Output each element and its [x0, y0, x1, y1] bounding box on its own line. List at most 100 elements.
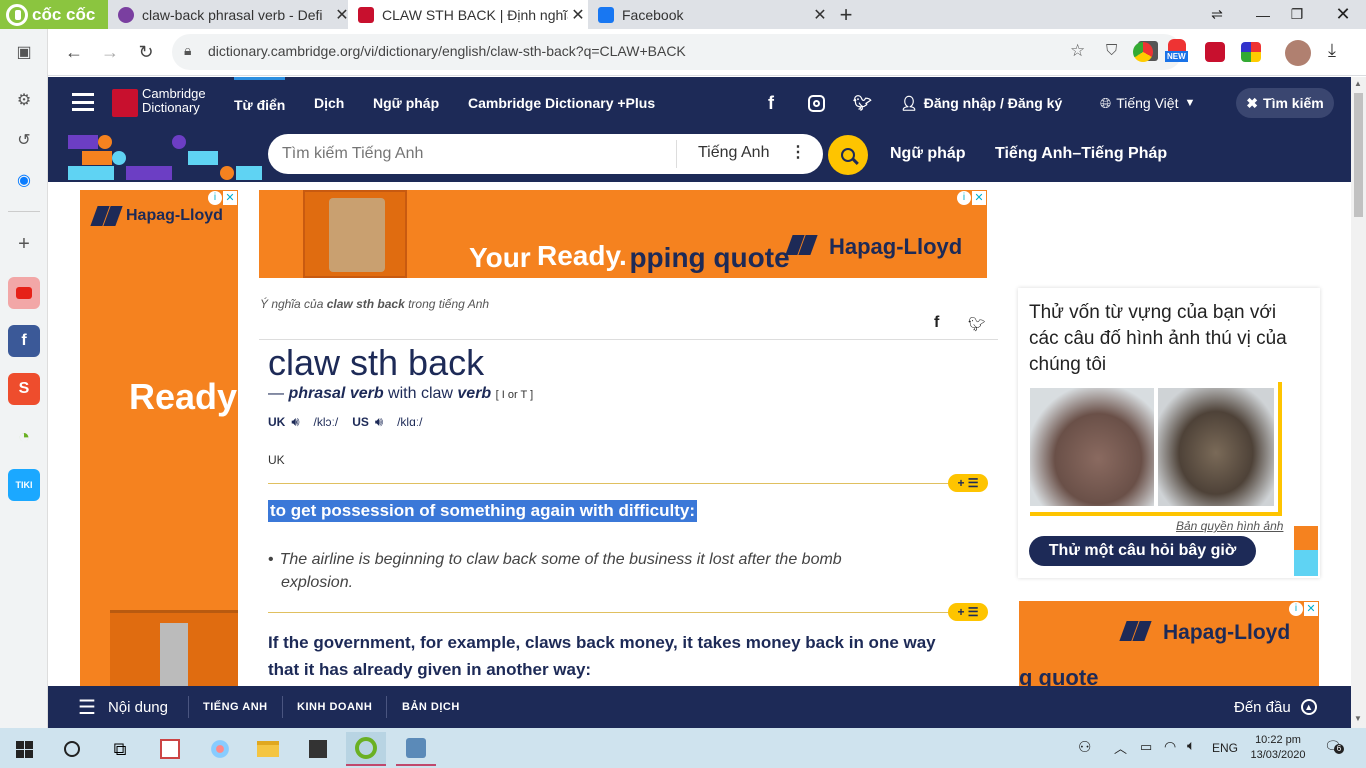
scroll-thumb[interactable] [1354, 93, 1363, 217]
close-tab-icon[interactable]: ✕ [810, 5, 830, 25]
ad-info-icon[interactable]: i [957, 191, 971, 205]
tab-business[interactable]: KINH DOANH [297, 686, 372, 728]
download-icon[interactable]: ⤓ [1328, 40, 1336, 61]
coccoc-app-icon[interactable]: ◔ [8, 421, 40, 453]
bookmark-star-icon[interactable]: ☆ [1070, 41, 1085, 61]
reload-button[interactable]: ↻ [132, 38, 160, 66]
ad-close-icon[interactable]: ✕ [223, 191, 237, 205]
shield-icon[interactable]: ⛉ [1106, 42, 1117, 59]
start-button[interactable] [4, 732, 44, 766]
ad-info-icon[interactable]: i [208, 191, 222, 205]
task-view-icon[interactable]: ⧉ [100, 732, 140, 766]
language-selector[interactable]: 🌐︎ Tiếng Việt ▼ [1100, 77, 1195, 129]
app-notes-icon[interactable] [298, 732, 338, 766]
people-icon[interactable]: ⚇ [1078, 738, 1091, 756]
maximize-button[interactable]: ❐ [1274, 0, 1320, 29]
add-to-list-button[interactable]: + ☰ [948, 474, 988, 492]
menu-icon: ☰ [78, 696, 96, 719]
search-input[interactable] [282, 134, 672, 174]
tab-claw-back[interactable]: claw-back phrasal verb - Defi ✕ [108, 0, 352, 29]
tab-claw-sth-back[interactable]: CLAW STH BACK | Định nghĩa ✕ [348, 0, 588, 29]
new-ext-icon[interactable]: NEW [1165, 39, 1191, 65]
more-options-icon[interactable]: ⋮ [790, 142, 806, 162]
left-ad[interactable]: Hapag-Lloyd i ✕ Ready [80, 190, 238, 686]
page-scrollbar[interactable]: ▲ ▼ [1351, 77, 1366, 728]
back-button[interactable]: ← [60, 38, 88, 66]
colorful-ext-icon[interactable] [1241, 42, 1261, 62]
sidebar-panel-icon[interactable]: ▣ [8, 36, 40, 68]
tray-expand-icon[interactable]: ︿ [1114, 738, 1127, 757]
close-window-button[interactable]: ✕ [1320, 0, 1366, 29]
quiz-image[interactable] [1030, 382, 1278, 512]
share-facebook-icon[interactable]: f [934, 314, 939, 332]
hamburger-menu-icon[interactable] [72, 93, 94, 111]
wifi-icon[interactable]: ◠ [1164, 738, 1176, 755]
share-twitter-icon[interactable]: 🐦︎ [968, 316, 986, 333]
ad-headline: Ready [129, 376, 238, 417]
back-to-top-link[interactable]: Đến đầu ▲ [1234, 686, 1317, 728]
search-toggle-button[interactable]: ✖ Tìm kiếm [1236, 88, 1334, 118]
facebook-icon[interactable]: f [768, 77, 774, 129]
facebook-app-icon[interactable]: f [8, 325, 40, 357]
login-link[interactable]: 👤︎ Đăng nhập / Đăng ký [900, 77, 1062, 129]
quiz-start-button[interactable]: Thử một câu hỏi bây giờ [1029, 536, 1256, 566]
search-button[interactable] [828, 135, 868, 175]
instagram-icon[interactable] [808, 77, 825, 129]
lock-icon[interactable]: 🔒︎ [184, 42, 191, 59]
search-taskbar-icon[interactable] [52, 732, 92, 766]
minimize-tabs-icon[interactable]: ⇌ [1194, 0, 1240, 29]
nav-translate[interactable]: Dịch [314, 77, 344, 129]
volume-icon[interactable]: 🔈︎ [1187, 737, 1195, 754]
ad-close-icon[interactable]: ✕ [1304, 602, 1318, 616]
app-photos-icon[interactable] [150, 732, 190, 766]
input-language[interactable]: ENG [1212, 741, 1238, 755]
shopee-icon[interactable]: S [8, 373, 40, 405]
us-audio-icon[interactable]: 🔊︎ [375, 414, 383, 430]
file-explorer-icon[interactable] [248, 732, 288, 766]
add-to-list-button[interactable]: + ☰ [948, 603, 988, 621]
coccoc-menu-button[interactable]: cốc cốc [0, 0, 108, 29]
close-tab-icon[interactable]: ✕ [568, 5, 588, 25]
right-ad[interactable]: Hapag-Lloyd g quote i ✕ [1019, 601, 1319, 686]
chrome-ext-icon[interactable] [1133, 42, 1153, 62]
scroll-up-icon[interactable]: ▲ [1354, 79, 1362, 88]
battery-icon[interactable]: ▭ [1140, 739, 1152, 755]
forward-button[interactable]: → [96, 38, 124, 66]
action-center-icon[interactable]: 🗨︎ 6 [1324, 738, 1344, 756]
contents-menu[interactable]: ☰ Nội dung [78, 686, 168, 728]
top-ad[interactable]: Your shipping quote Ready. Hapag-Lloyd i… [259, 190, 987, 278]
quick-link-grammar[interactable]: Ngữ pháp [890, 145, 966, 163]
quick-link-english-french[interactable]: Tiếng Anh–Tiếng Pháp [995, 145, 1167, 163]
messenger-icon[interactable]: ◉ [8, 164, 40, 196]
settings-icon[interactable]: ⚙ [8, 84, 40, 116]
cambridge-shield-icon[interactable] [112, 89, 138, 117]
history-icon[interactable]: ↺ [8, 124, 40, 156]
ad-close-icon[interactable]: ✕ [972, 191, 986, 205]
clock[interactable]: 10:22 pm 13/03/2020 [1250, 733, 1306, 763]
twitter-icon[interactable]: 🐦︎ [853, 77, 872, 129]
new-tab-button[interactable]: + [832, 2, 860, 27]
tab-facebook[interactable]: Facebook ✕ [588, 0, 830, 29]
nav-dictionary[interactable]: Từ điển [234, 77, 286, 129]
uk-audio-icon[interactable]: 🔊︎ [291, 414, 299, 430]
site-logo[interactable]: Cambridge Dictionary [142, 87, 206, 115]
coccoc-taskbar-icon[interactable] [346, 732, 386, 766]
address-bar[interactable]: 🔒︎ dictionary.cambridge.org/vi/dictionar… [172, 34, 1182, 70]
breadcrumb-word[interactable]: claw sth back [327, 297, 405, 311]
youtube-icon[interactable] [8, 277, 40, 309]
app-paint-icon[interactable] [200, 732, 240, 766]
profile-avatar[interactable] [1285, 40, 1311, 66]
tab-translations[interactable]: BẢN DỊCH [402, 686, 460, 728]
nav-plus[interactable]: Cambridge Dictionary +Plus [468, 77, 655, 129]
app-generic-icon[interactable] [396, 732, 436, 766]
search-language-select[interactable]: Tiếng Anh [698, 144, 769, 162]
red-ext-icon[interactable] [1205, 42, 1225, 62]
scroll-down-icon[interactable]: ▼ [1354, 714, 1362, 723]
tiki-icon[interactable]: TIKI [8, 469, 40, 501]
image-credit-link[interactable]: Bản quyền hình ảnh [1176, 519, 1283, 533]
tab-english[interactable]: TIẾNG ANH [203, 686, 268, 728]
pos-with: with claw [383, 385, 458, 402]
add-app-icon[interactable]: + [8, 228, 40, 260]
ad-info-icon[interactable]: i [1289, 602, 1303, 616]
nav-grammar[interactable]: Ngữ pháp [373, 77, 439, 129]
